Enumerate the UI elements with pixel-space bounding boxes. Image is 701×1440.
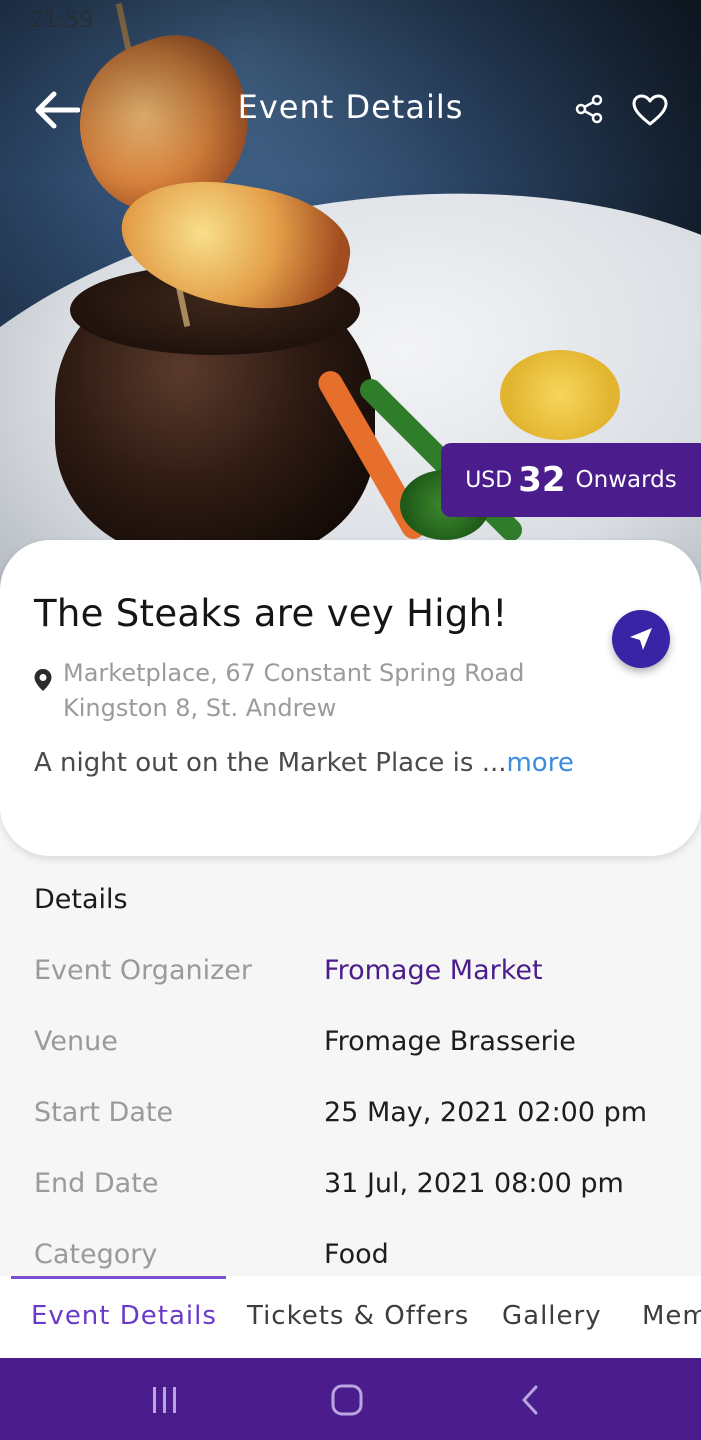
favorite-button[interactable] (624, 84, 676, 136)
detail-label: Start Date (34, 1097, 174, 1128)
event-address[interactable]: Marketplace, 67 Constant Spring Road Kin… (63, 656, 524, 726)
heart-icon (632, 94, 668, 126)
organizer-link[interactable]: Fromage Market (324, 955, 543, 986)
cauliflower-shape (500, 350, 620, 440)
detail-label: Category (34, 1239, 158, 1270)
active-tab-indicator (11, 1276, 226, 1279)
detail-value: Fromage Brasserie (324, 1026, 576, 1057)
detail-label: Event Organizer (34, 955, 252, 986)
recent-apps-button[interactable] (143, 1378, 187, 1422)
detail-value: 25 May, 2021 02:00 pm (324, 1097, 648, 1128)
recent-apps-icon (153, 1387, 176, 1413)
chevron-left-icon (522, 1385, 538, 1415)
detail-row-venue: Venue Fromage Brasserie (34, 1026, 674, 1066)
detail-row-organizer: Event Organizer Fromage Market (34, 955, 674, 995)
tab-members[interactable]: Members (642, 1301, 701, 1331)
event-description: A night out on the Market Place is ...mo… (34, 748, 574, 778)
detail-row-category: Category Food (34, 1239, 674, 1279)
tab-event-details[interactable]: Event Details (31, 1301, 217, 1331)
detail-row-start-date: Start Date 25 May, 2021 02:00 pm (34, 1097, 674, 1137)
directions-button[interactable] (612, 610, 670, 668)
home-icon (331, 1384, 363, 1416)
detail-label: Venue (34, 1026, 118, 1057)
detail-value: Food (324, 1239, 389, 1270)
navigation-arrow-icon (630, 628, 652, 650)
tab-members-clip: Members (642, 1276, 701, 1358)
detail-row-end-date: End Date 31 Jul, 2021 08:00 pm (34, 1168, 674, 1208)
status-time: 21:59 (30, 8, 94, 33)
more-link[interactable]: more (506, 748, 573, 778)
system-back-button[interactable] (508, 1378, 552, 1422)
details-heading: Details (34, 884, 128, 915)
price-currency: USD (465, 467, 513, 493)
price-amount: 32 (518, 460, 566, 500)
event-info-card: The Steaks are vey High! Marketplace, 67… (0, 540, 701, 856)
price-badge: USD 32 Onwards (441, 443, 701, 517)
share-icon (575, 94, 603, 124)
location-pin-icon (34, 669, 52, 691)
address-line-2: Kingston 8, St. Andrew (63, 694, 337, 722)
tab-tickets-offers[interactable]: Tickets & Offers (247, 1301, 469, 1331)
detail-label: End Date (34, 1168, 159, 1199)
address-line-1: Marketplace, 67 Constant Spring Road (63, 659, 525, 687)
share-button[interactable] (566, 86, 612, 132)
detail-value: 31 Jul, 2021 08:00 pm (324, 1168, 624, 1199)
event-title: The Steaks are vey High! (34, 592, 508, 635)
home-button[interactable] (325, 1378, 369, 1422)
price-suffix: Onwards (575, 467, 677, 493)
description-text: A night out on the Market Place is ... (34, 748, 507, 778)
tab-gallery[interactable]: Gallery (502, 1301, 602, 1331)
